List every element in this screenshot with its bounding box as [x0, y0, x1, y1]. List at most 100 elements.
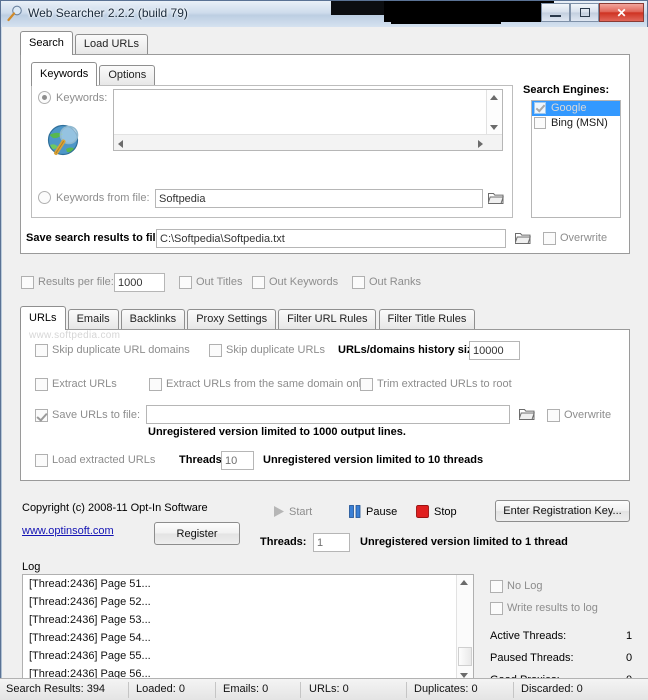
folder-open-icon-keywords[interactable]: [488, 191, 504, 205]
start-button-label[interactable]: Start: [289, 506, 312, 518]
status-divider: [406, 682, 407, 698]
tab-emails[interactable]: Emails: [67, 309, 119, 330]
trim-to-root-label: Trim extracted URLs to root: [377, 378, 512, 390]
results-per-file-label: Results per file:: [38, 276, 114, 288]
extract-same-domain-label: Extract URLs from the same domain only: [166, 378, 367, 390]
load-extracted-urls-checkbox[interactable]: [35, 454, 48, 467]
minimize-button[interactable]: [541, 3, 570, 22]
save-results-label: Save search results to file:: [26, 232, 166, 244]
keywords-radio-label: Keywords:: [56, 92, 108, 104]
enter-registration-key-button[interactable]: Enter Registration Key...: [495, 500, 630, 522]
save-urls-input[interactable]: [146, 405, 510, 424]
write-results-to-log-label: Write results to log: [507, 602, 598, 614]
stop-button-label[interactable]: Stop: [434, 506, 457, 518]
checkbox-bing[interactable]: [534, 117, 546, 129]
write-results-to-log-checkbox[interactable]: [490, 602, 503, 615]
tab-options[interactable]: Options: [99, 65, 156, 86]
maximize-button[interactable]: [570, 3, 599, 22]
checkbox-google[interactable]: [534, 102, 546, 114]
keywords-tabstrip: Keywords Options: [31, 62, 156, 86]
save-results-input[interactable]: C:\Softpedia\Softpedia.txt: [156, 229, 506, 248]
close-button[interactable]: ✕: [599, 3, 644, 22]
folder-open-icon-results[interactable]: [515, 231, 531, 245]
keywords-horizontal-scrollbar[interactable]: [114, 134, 502, 150]
tab-proxy-settings[interactable]: Proxy Settings: [187, 309, 277, 330]
tab-backlinks[interactable]: Backlinks: [120, 309, 186, 330]
log-line: [Thread:2436] Page 53...: [29, 614, 151, 626]
active-threads-value: 1: [626, 630, 633, 642]
play-icon: [274, 506, 284, 517]
status-urls: URLs: 0: [309, 683, 349, 695]
window-controls: ✕: [541, 3, 644, 22]
log-listbox[interactable]: [Thread:2436] Page 51... [Thread:2436] P…: [22, 574, 474, 684]
pause-icon: [349, 505, 361, 518]
keywords-input[interactable]: [113, 89, 503, 151]
paused-threads-label: Paused Threads:: [490, 652, 574, 664]
search-engines-label: Search Engines:: [523, 84, 610, 96]
log-scroll-up-icon[interactable]: [460, 580, 468, 585]
globe-magnifier-icon: [47, 124, 79, 156]
out-titles-checkbox[interactable]: [179, 276, 192, 289]
tab-filter-title-rules[interactable]: Filter Title Rules: [378, 309, 476, 330]
out-ranks-label: Out Ranks: [369, 276, 421, 288]
tab-filter-url-rules[interactable]: Filter URL Rules: [278, 309, 377, 330]
magnifier-icon: [7, 5, 22, 22]
status-divider: [300, 682, 301, 698]
extract-same-domain-checkbox[interactable]: [149, 378, 162, 391]
history-size-label: URLs/domains history size:: [338, 344, 483, 356]
overwrite-results-checkbox[interactable]: [543, 232, 556, 245]
register-button[interactable]: Register: [154, 522, 240, 545]
watermark-url: www.softpedia.com: [29, 330, 121, 341]
log-line: [Thread:2436] Page 52...: [29, 596, 151, 608]
title-bar: Web Searcher 2.2.2 (build 79) ✕: [1, 1, 647, 27]
tab-load-urls[interactable]: Load URLs: [74, 34, 148, 55]
log-line: [Thread:2436] Page 55...: [29, 650, 151, 662]
status-bar: Search Results: 394 Loaded: 0 Emails: 0 …: [0, 678, 648, 700]
save-urls-checkbox[interactable]: [35, 409, 48, 422]
pause-button-label[interactable]: Pause: [366, 506, 397, 518]
overwrite-urls-label: Overwrite: [564, 409, 612, 421]
tab-search[interactable]: Search: [20, 31, 73, 55]
no-log-checkbox[interactable]: [490, 580, 503, 593]
list-item-google[interactable]: Google: [532, 101, 620, 116]
log-scrollbar[interactable]: [456, 575, 473, 683]
out-titles-label: Out Titles: [196, 276, 243, 288]
website-link[interactable]: www.optinsoft.com: [22, 525, 114, 537]
history-size-input[interactable]: 10000: [469, 341, 520, 360]
trim-to-root-checkbox[interactable]: [360, 378, 373, 391]
skip-duplicate-urls-label: Skip duplicate URLs: [226, 344, 326, 356]
extract-urls-checkbox[interactable]: [35, 378, 48, 391]
list-item-bing[interactable]: Bing (MSN): [532, 116, 620, 131]
results-per-file-input[interactable]: 1000: [114, 273, 165, 292]
log-scroll-thumb[interactable]: [458, 647, 472, 666]
footer-threads-input[interactable]: 1: [313, 533, 350, 552]
keywords-vertical-scrollbar[interactable]: [486, 90, 502, 135]
keywords-radio[interactable]: [38, 91, 51, 104]
skip-duplicate-urls-checkbox[interactable]: [209, 344, 222, 357]
footer-threads-note: Unregistered version limited to 1 thread: [360, 536, 568, 548]
tab-keywords[interactable]: Keywords: [31, 62, 98, 86]
overwrite-urls-checkbox[interactable]: [547, 409, 560, 422]
out-keywords-checkbox[interactable]: [252, 276, 265, 289]
log-title: Log: [22, 561, 41, 573]
keywords-from-file-input[interactable]: Softpedia: [155, 189, 483, 208]
out-keywords-label: Out Keywords: [269, 276, 339, 288]
out-ranks-checkbox[interactable]: [352, 276, 365, 289]
status-emails: Emails: 0: [223, 683, 269, 695]
results-per-file-checkbox[interactable]: [21, 276, 34, 289]
keywords-from-file-radio[interactable]: [38, 191, 51, 204]
overwrite-results-label: Overwrite: [560, 232, 608, 244]
tab-urls[interactable]: URLs: [20, 306, 66, 330]
scroll-down-icon: [490, 125, 498, 130]
active-threads-label: Active Threads:: [490, 630, 567, 642]
list-item-label: Bing (MSN): [551, 117, 608, 129]
copyright-label: Copyright (c) 2008-11 Opt-In Software: [22, 502, 208, 514]
urls-threads-input[interactable]: 10: [221, 451, 254, 470]
search-engines-list[interactable]: Google Bing (MSN): [531, 100, 621, 218]
minimize-icon: [550, 14, 561, 17]
folder-open-icon-urls[interactable]: [519, 407, 535, 421]
status-divider: [128, 682, 129, 698]
skip-duplicate-domains-checkbox[interactable]: [35, 344, 48, 357]
list-item-label: Google: [551, 102, 587, 114]
keywords-from-file-label: Keywords from file:: [56, 192, 150, 204]
